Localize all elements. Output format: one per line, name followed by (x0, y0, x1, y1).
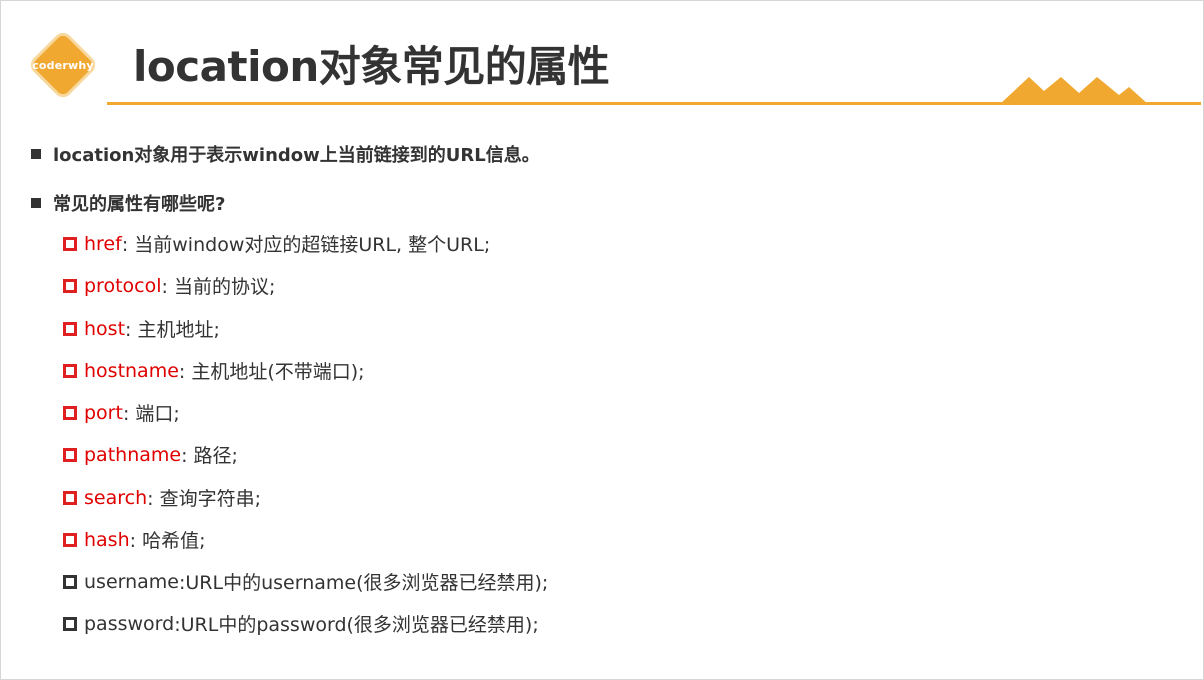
property-desc: : 当前的协议; (161, 276, 276, 298)
bullet-question: 常见的属性有哪些呢? (31, 190, 225, 216)
property-item: hostname: 主机地址(不带端口); (63, 357, 365, 384)
property-desc: :URL中的username(很多浏览器已经禁用); (179, 572, 549, 594)
property-item: password:URL中的password(很多浏览器已经禁用); (63, 610, 539, 637)
property-desc: : 主机地址(不带端口); (178, 361, 365, 383)
hollow-square-bullet-icon (63, 405, 77, 420)
hollow-square-bullet-icon (63, 278, 77, 293)
hollow-square-bullet-icon (63, 363, 77, 378)
property-key: pathname (84, 443, 182, 466)
square-bullet-icon (31, 198, 41, 208)
slide: coderwhy location对象常见的属性 location对象用于表示w… (0, 0, 1204, 680)
property-key: protocol (84, 274, 162, 297)
property-key: port (84, 401, 123, 424)
property-desc: : 当前window对应的超链接URL, 整个URL; (121, 234, 491, 256)
mountains-decoration-icon (999, 77, 1149, 105)
property-item: host: 主机地址; (63, 315, 220, 342)
coderwhy-logo: coderwhy (25, 27, 101, 103)
property-item: protocol: 当前的协议; (63, 272, 275, 299)
property-item: href: 当前window对应的超链接URL, 整个URL; (63, 230, 490, 257)
property-desc: : 路径; (181, 445, 238, 467)
hollow-square-bullet-icon (63, 447, 77, 462)
hollow-square-bullet-icon (63, 321, 77, 336)
property-desc: : 端口; (122, 403, 180, 425)
hollow-square-bullet-icon (63, 236, 77, 251)
property-item: username:URL中的username(很多浏览器已经禁用); (63, 568, 548, 595)
hollow-square-bullet-icon (63, 490, 77, 505)
bullet-question-text: 常见的属性有哪些呢? (53, 194, 226, 215)
property-key: search (84, 486, 148, 509)
property-key: username (84, 570, 179, 593)
logo-text: coderwhy (32, 58, 94, 72)
property-key: password (84, 612, 175, 635)
property-item: hash: 哈希值; (63, 526, 205, 553)
square-bullet-icon (31, 149, 41, 159)
property-item: search: 查询字符串; (63, 484, 261, 511)
hollow-square-bullet-icon (63, 616, 77, 631)
property-key: host (84, 317, 126, 340)
property-key: hash (84, 528, 130, 551)
property-desc: :URL中的password(很多浏览器已经禁用); (174, 614, 539, 636)
property-desc: : 查询字符串; (147, 488, 261, 510)
property-desc: : 哈希值; (129, 530, 206, 552)
hollow-square-bullet-icon (63, 574, 77, 589)
property-item: pathname: 路径; (63, 441, 238, 468)
property-desc: : 主机地址; (125, 319, 220, 341)
property-key: hostname (84, 359, 179, 382)
hollow-square-bullet-icon (63, 532, 77, 547)
page-title: location对象常见的属性 (133, 42, 610, 91)
property-key: href (84, 232, 122, 255)
bullet-intro: location对象用于表示window上当前链接到的URL信息。 (31, 141, 540, 167)
bullet-intro-text: location对象用于表示window上当前链接到的URL信息。 (53, 145, 540, 166)
header-divider (107, 102, 1201, 105)
property-item: port: 端口; (63, 399, 180, 426)
